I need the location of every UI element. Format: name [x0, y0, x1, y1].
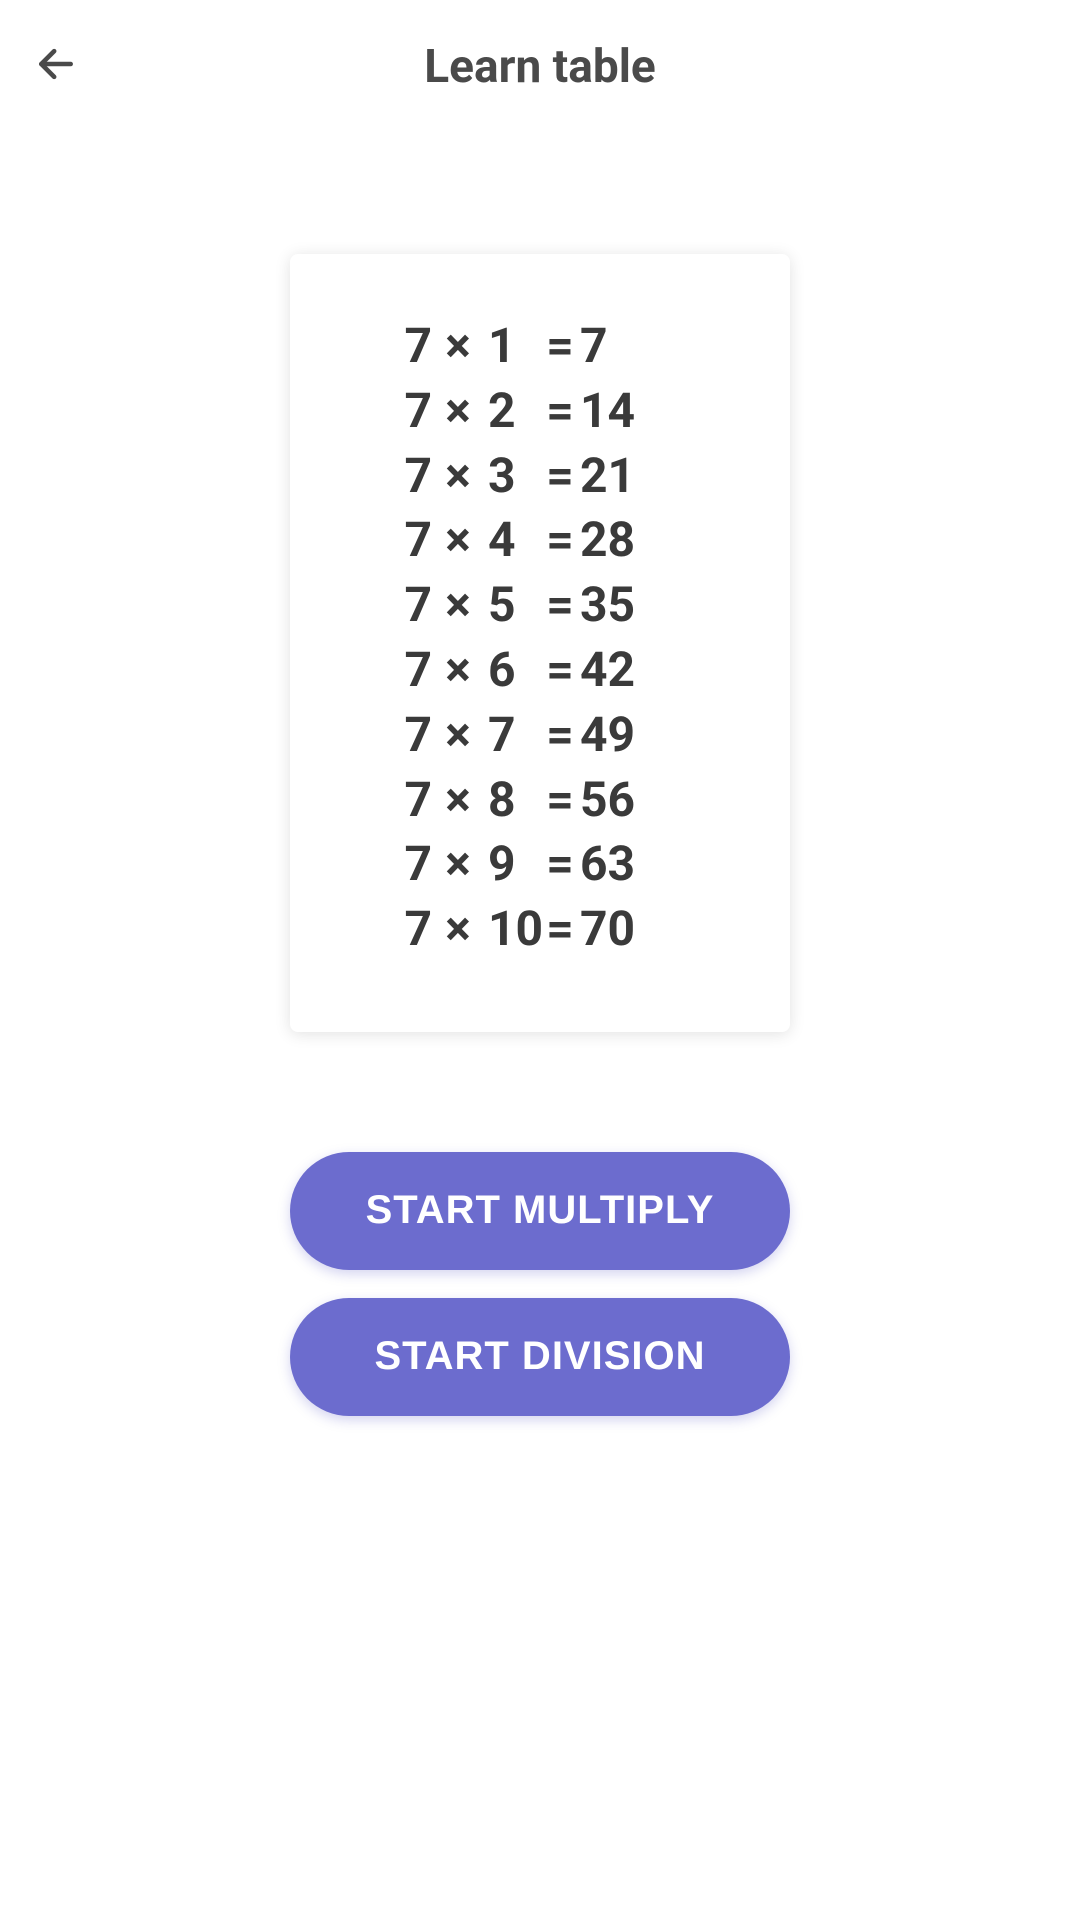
- equals-sign: =: [540, 832, 580, 897]
- operator: ×: [432, 897, 484, 962]
- operator: ×: [432, 573, 484, 638]
- back-button[interactable]: [32, 40, 80, 88]
- start-division-button[interactable]: START DIVISION: [290, 1298, 790, 1416]
- result: 70: [580, 897, 635, 962]
- multiplier: 3: [484, 444, 540, 509]
- multiplier: 5: [484, 573, 540, 638]
- equals-sign: =: [540, 314, 580, 379]
- multiplicand: 7: [396, 573, 432, 638]
- operator: ×: [432, 379, 484, 444]
- table-row: 7 × 8 = 56: [340, 768, 740, 833]
- multiplication-table-card: 7 × 1 = 7 7 × 2 = 14 7 × 3 = 21 7 × 4 = …: [290, 254, 790, 1032]
- operator: ×: [432, 638, 484, 703]
- operator: ×: [432, 314, 484, 379]
- start-multiply-button[interactable]: START MULTIPLY: [290, 1152, 790, 1270]
- multiplier: 7: [484, 703, 540, 768]
- equals-sign: =: [540, 508, 580, 573]
- table-row: 7 × 7 = 49: [340, 703, 740, 768]
- result: 35: [580, 573, 635, 638]
- table-row: 7 × 9 = 63: [340, 832, 740, 897]
- page-title: Learn table: [32, 40, 1048, 94]
- equals-sign: =: [540, 379, 580, 444]
- multiplicand: 7: [396, 508, 432, 573]
- table-row: 7 × 4 = 28: [340, 508, 740, 573]
- table-row: 7 × 6 = 42: [340, 638, 740, 703]
- result: 7: [580, 314, 608, 379]
- multiplicand: 7: [396, 314, 432, 379]
- result: 42: [580, 638, 635, 703]
- multiplicand: 7: [396, 768, 432, 833]
- multiplicand: 7: [396, 379, 432, 444]
- operator: ×: [432, 703, 484, 768]
- operator: ×: [432, 444, 484, 509]
- multiplicand: 7: [396, 897, 432, 962]
- table-row: 7 × 10 = 70: [340, 897, 740, 962]
- result: 63: [580, 832, 635, 897]
- multiplicand: 7: [396, 832, 432, 897]
- result: 28: [580, 508, 635, 573]
- result: 56: [580, 768, 635, 833]
- equals-sign: =: [540, 444, 580, 509]
- multiplier: 8: [484, 768, 540, 833]
- table-row: 7 × 1 = 7: [340, 314, 740, 379]
- multiplicand: 7: [396, 638, 432, 703]
- result: 14: [580, 379, 635, 444]
- multiplier: 1: [484, 314, 540, 379]
- multiplier: 2: [484, 379, 540, 444]
- table-row: 7 × 5 = 35: [340, 573, 740, 638]
- operator: ×: [432, 508, 484, 573]
- result: 21: [580, 444, 635, 509]
- equals-sign: =: [540, 703, 580, 768]
- equals-sign: =: [540, 768, 580, 833]
- equals-sign: =: [540, 897, 580, 962]
- table-row: 7 × 3 = 21: [340, 444, 740, 509]
- operator: ×: [432, 832, 484, 897]
- multiplier: 9: [484, 832, 540, 897]
- multiplier: 6: [484, 638, 540, 703]
- equals-sign: =: [540, 573, 580, 638]
- result: 49: [580, 703, 635, 768]
- multiplicand: 7: [396, 444, 432, 509]
- action-buttons: START MULTIPLY START DIVISION: [290, 1152, 790, 1416]
- multiplier: 4: [484, 508, 540, 573]
- header: Learn table: [0, 0, 1080, 134]
- table-row: 7 × 2 = 14: [340, 379, 740, 444]
- multiplicand: 7: [396, 703, 432, 768]
- operator: ×: [432, 768, 484, 833]
- multiplier: 10: [484, 897, 540, 962]
- equals-sign: =: [540, 638, 580, 703]
- arrow-left-icon: [34, 42, 78, 86]
